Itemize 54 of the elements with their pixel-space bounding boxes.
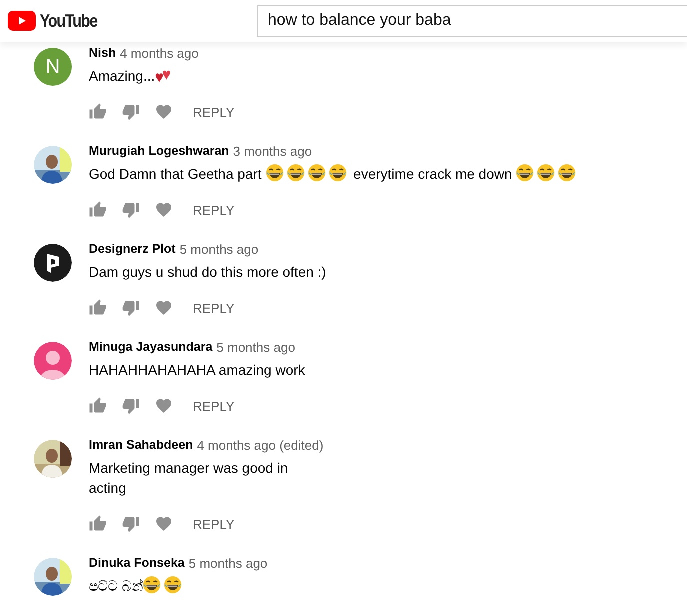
thumbs-up-icon[interactable] xyxy=(89,201,107,219)
laughing-face-icon xyxy=(142,576,161,594)
heart-icon[interactable] xyxy=(155,201,173,219)
play-logo-icon[interactable] xyxy=(8,11,36,31)
avatar-icon[interactable] xyxy=(34,342,72,380)
heart-icon[interactable] xyxy=(155,299,173,317)
laughing-face-icon xyxy=(516,164,534,182)
comment-time[interactable]: 3 months ago xyxy=(233,144,312,158)
thumbs-up-icon[interactable] xyxy=(89,397,107,415)
heart-icon[interactable] xyxy=(155,515,173,533)
comment-time[interactable]: 5 months ago xyxy=(180,242,259,256)
laughing-face-icon xyxy=(286,164,305,182)
comment-text: God Damn that Geetha part everytime crack me down xyxy=(89,164,687,184)
avatar[interactable]: N xyxy=(34,48,72,86)
author-name[interactable]: Designerz Plot xyxy=(89,242,176,256)
author-name[interactable]: Dinuka Fonseka xyxy=(89,556,185,570)
author-name[interactable]: Minuga Jayasundara xyxy=(89,340,213,354)
comment-time[interactable]: 5 months ago xyxy=(188,556,268,570)
logo-avatar-icon[interactable] xyxy=(34,244,72,282)
author-name[interactable]: Murugiah Logeshwaran xyxy=(89,144,230,158)
comment-text: පට්ට බන් xyxy=(89,576,687,596)
thumbs-up-icon[interactable] xyxy=(89,103,107,121)
comment-time[interactable]: 4 months ago xyxy=(120,46,199,60)
thumbs-up-icon[interactable] xyxy=(89,299,107,317)
laughing-face-icon xyxy=(266,164,284,182)
heart-icon[interactable] xyxy=(155,103,173,121)
reply-button[interactable]: REPLY xyxy=(188,202,235,218)
comment-time[interactable]: 5 months ago xyxy=(216,340,296,354)
comment-time[interactable]: 4 months ago (edited) xyxy=(197,438,324,452)
laughing-face-icon xyxy=(537,164,556,182)
reply-button[interactable]: REPLY xyxy=(188,398,235,414)
laughing-face-icon xyxy=(558,164,576,182)
thumbs-up-icon[interactable] xyxy=(89,515,107,533)
thumbs-down-icon[interactable] xyxy=(122,299,140,317)
thumbs-down-icon[interactable] xyxy=(122,201,140,219)
author-name[interactable]: Imran Sahabdeen xyxy=(89,438,194,452)
thumbs-down-icon[interactable] xyxy=(122,515,140,533)
comment-text: Dam guys u shud do this more often :) xyxy=(89,263,328,282)
heart-icon[interactable] xyxy=(155,397,173,415)
reply-button[interactable]: REPLY xyxy=(188,516,235,532)
reply-button[interactable]: REPLY xyxy=(188,300,235,316)
logo-text[interactable]: YouTube xyxy=(40,10,98,32)
thumbs-down-icon[interactable] xyxy=(122,103,140,121)
laughing-face-icon xyxy=(164,576,182,594)
comment-text: HAHAHHAHAHAHA amazing work xyxy=(89,361,306,380)
thumbs-down-icon[interactable] xyxy=(122,397,140,415)
search-field[interactable]: how to balance your baba xyxy=(257,5,687,37)
laughing-face-icon xyxy=(308,164,326,182)
reply-button[interactable]: REPLY xyxy=(188,104,235,120)
author-name[interactable]: Nish xyxy=(89,46,116,60)
comment-text: Marketing manager was good in acting xyxy=(89,459,290,498)
laughing-face-icon xyxy=(328,164,347,182)
hearts-icon xyxy=(155,69,174,84)
comment-text: Amazing... xyxy=(89,66,687,86)
